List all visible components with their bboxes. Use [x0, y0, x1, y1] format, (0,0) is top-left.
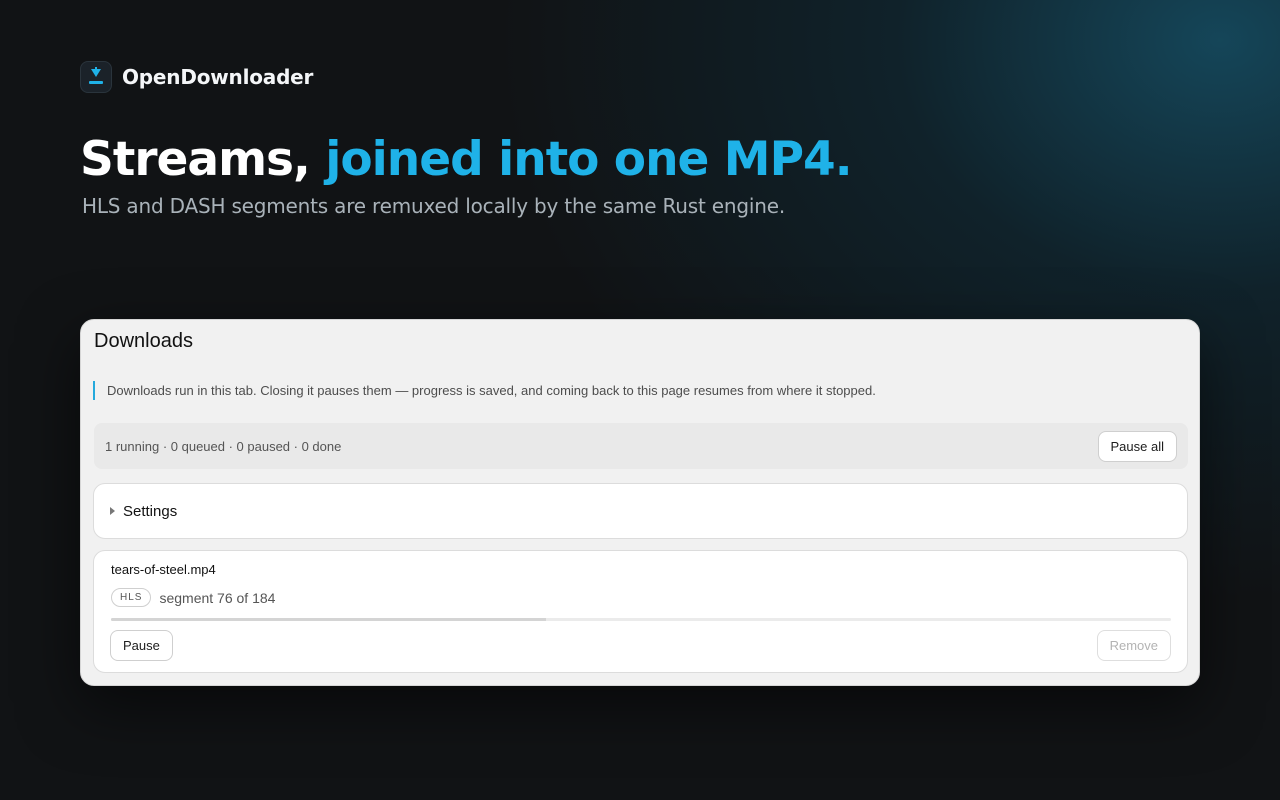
download-item: tears-of-steel.mp4 HLS segment 76 of 184…	[93, 550, 1188, 673]
pause-all-button[interactable]: Pause all	[1097, 430, 1177, 462]
headline-prefix: Streams,	[80, 132, 326, 187]
panel-title: Downloads	[94, 330, 193, 352]
remove-button[interactable]: Remove	[1096, 630, 1171, 661]
settings-disclosure[interactable]: Settings	[93, 483, 1188, 539]
tab-notice: Downloads run in this tab. Closing it pa…	[93, 381, 876, 400]
download-progress-fill	[111, 618, 546, 621]
disclosure-triangle-icon	[110, 507, 115, 515]
brand: OpenDownloader	[80, 60, 313, 94]
segment-progress-text: segment 76 of 184	[159, 589, 276, 606]
stream-type-badge: HLS	[111, 588, 152, 607]
tab-notice-text: Downloads run in this tab. Closing it pa…	[107, 383, 876, 398]
queue-status-bar: 1 running · 0 queued · 0 paused · 0 done…	[94, 423, 1188, 469]
download-meta: HLS segment 76 of 184	[111, 588, 275, 607]
pause-button[interactable]: Pause	[110, 630, 173, 661]
download-progress-bar	[111, 618, 1171, 621]
download-icon	[80, 61, 112, 93]
download-filename: tears-of-steel.mp4	[111, 562, 216, 577]
brand-name: OpenDownloader	[122, 65, 314, 89]
downloads-panel: Downloads Downloads run in this tab. Clo…	[80, 319, 1200, 686]
queue-status-text: 1 running · 0 queued · 0 paused · 0 done	[105, 438, 342, 454]
settings-label: Settings	[123, 502, 178, 520]
page-headline: Streams, joined into one MP4.	[80, 130, 853, 190]
page-subtitle: HLS and DASH segments are remuxed locall…	[82, 194, 785, 218]
headline-accent: joined into one MP4.	[325, 132, 852, 187]
